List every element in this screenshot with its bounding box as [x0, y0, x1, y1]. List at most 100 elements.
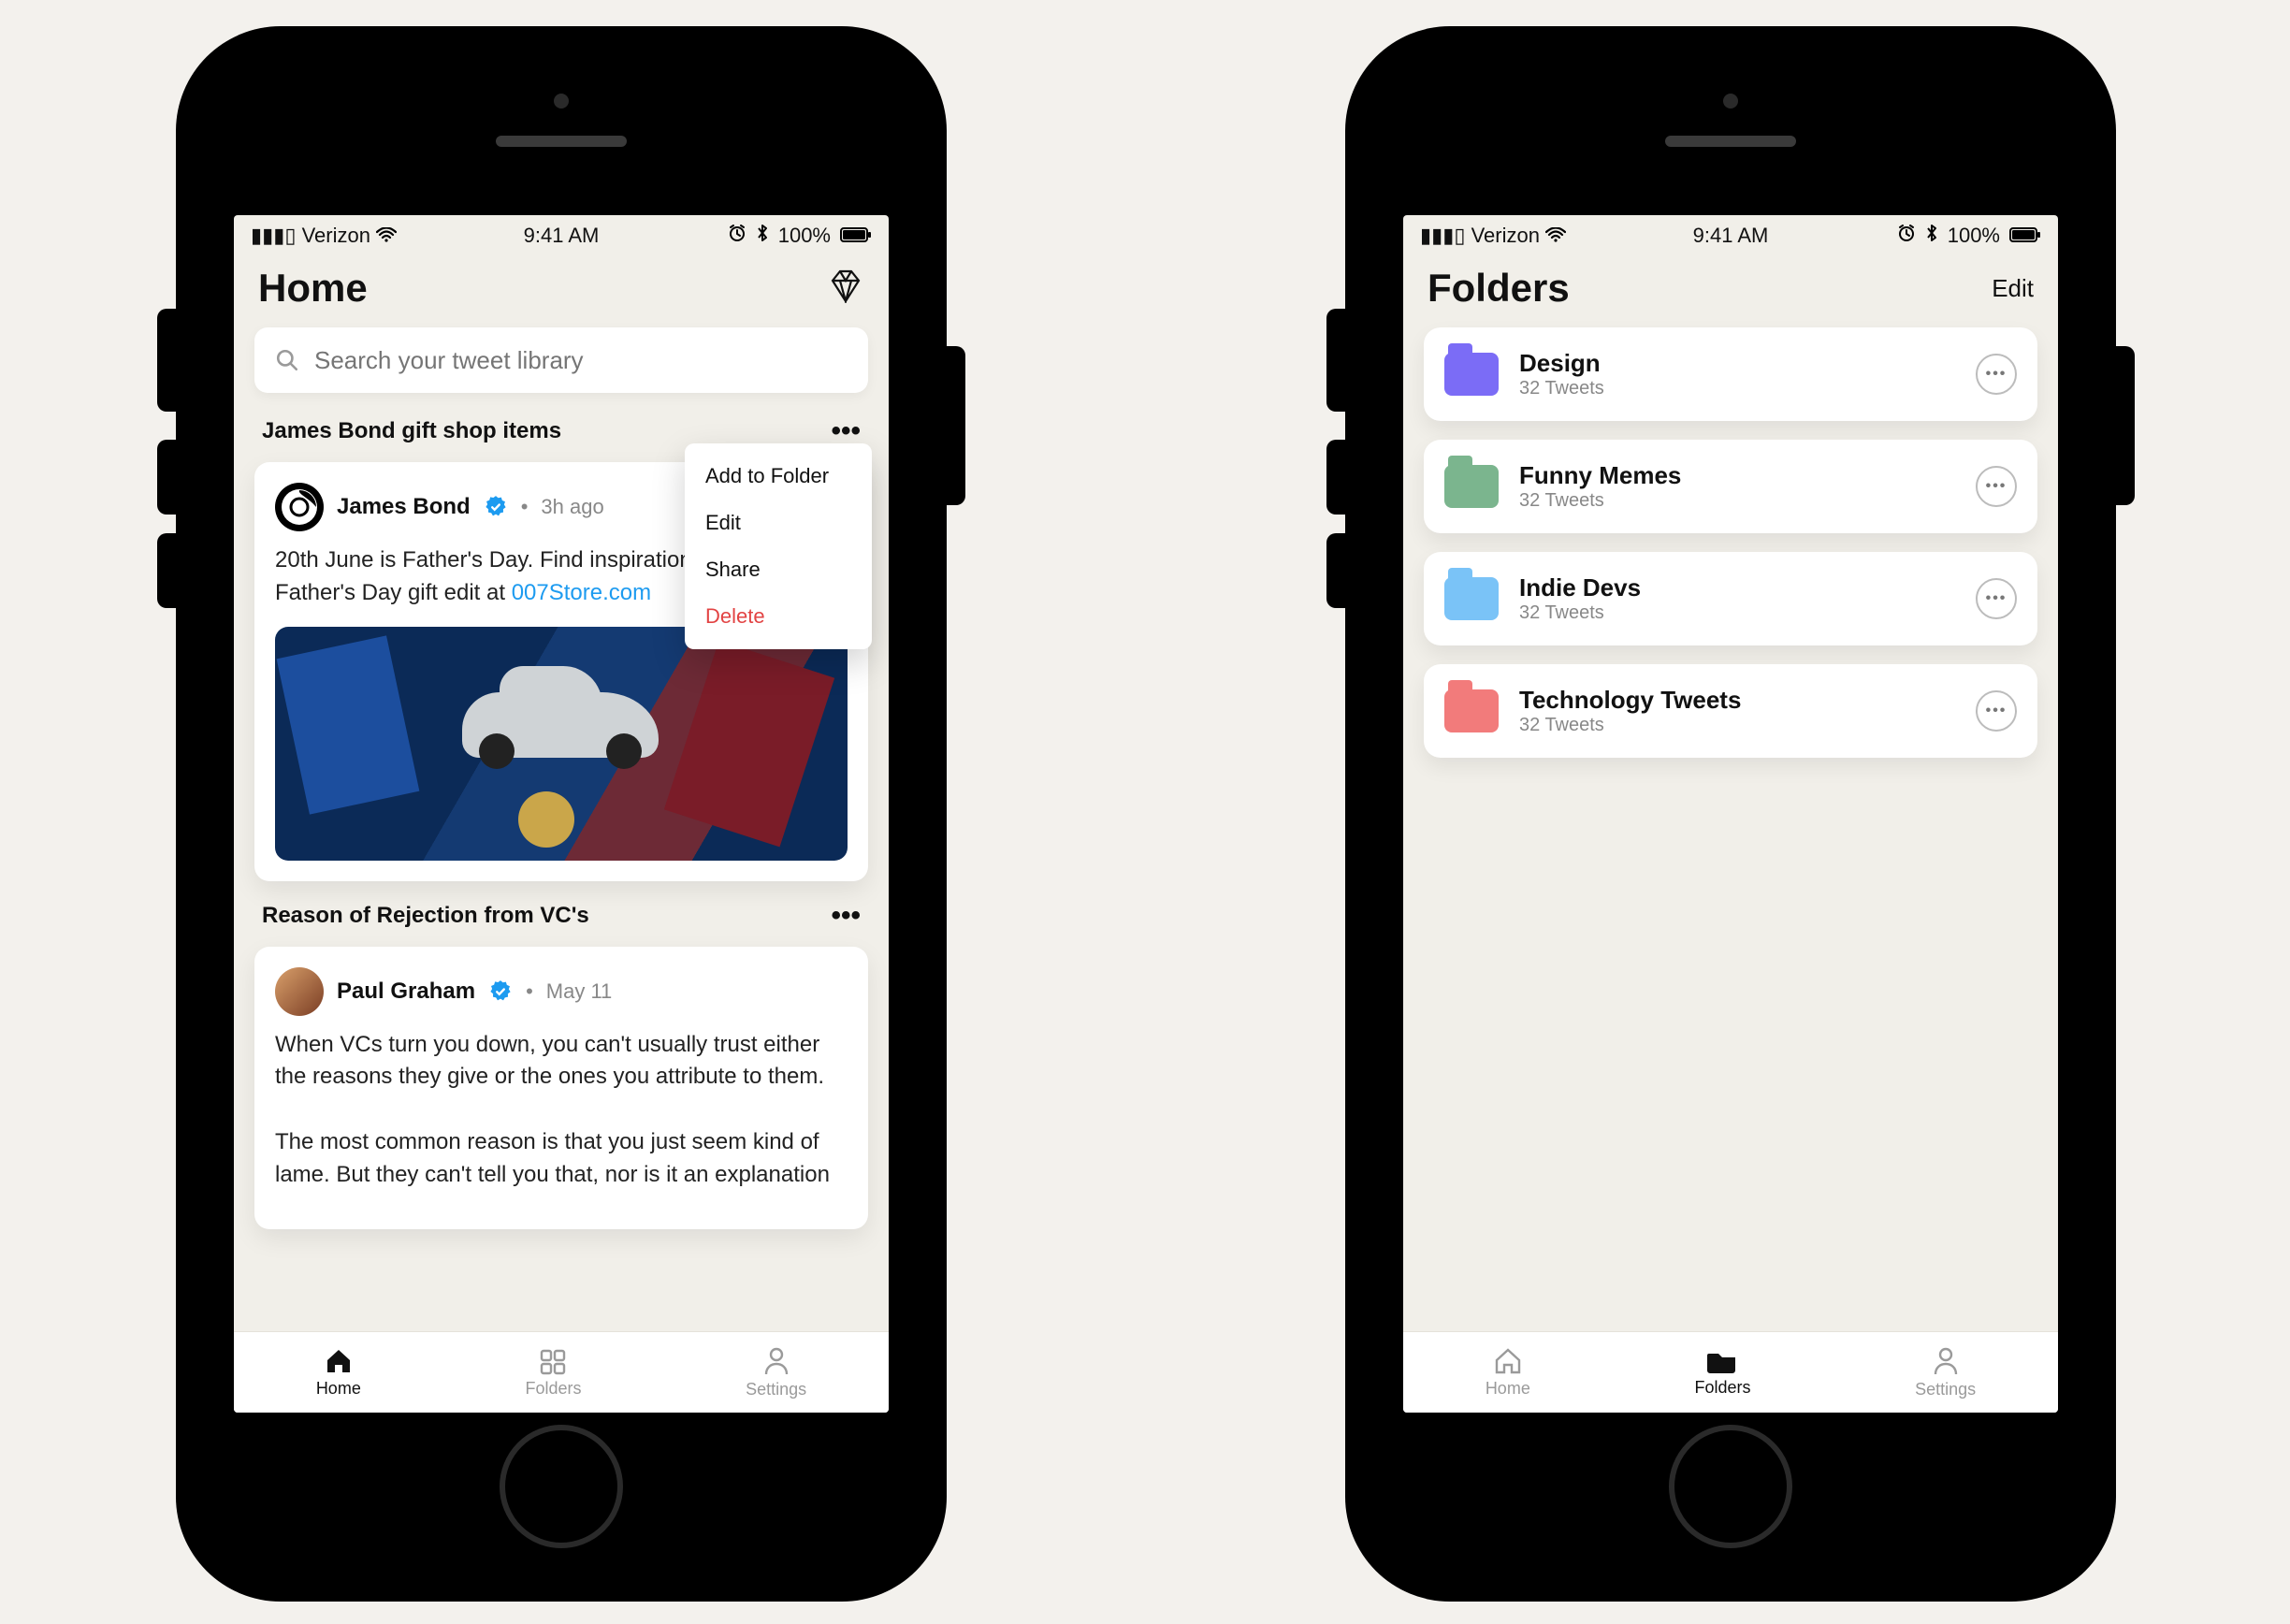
status-left: ▮▮▮▯ Verizon: [251, 224, 397, 248]
tab-label: Settings: [1915, 1380, 1976, 1399]
status-right: 100%: [1897, 224, 2041, 248]
tab-bar: Home Folders Settings: [234, 1331, 889, 1413]
dot-separator: •: [526, 979, 533, 1004]
section-title: James Bond gift shop items: [262, 418, 561, 444]
status-right: 100%: [728, 224, 872, 248]
folder-icon: [1444, 577, 1499, 620]
folder-name: Indie Devs: [1519, 573, 1641, 602]
avatar[interactable]: [275, 967, 324, 1016]
wifi-icon: [1545, 224, 1566, 247]
tab-label: Folders: [525, 1379, 581, 1399]
tab-folders[interactable]: Folders: [1694, 1348, 1750, 1398]
folder-name: Funny Memes: [1519, 461, 1681, 490]
avatar[interactable]: [275, 483, 324, 531]
folder-count: 32 Tweets: [1519, 490, 1681, 512]
folder-icon: [1444, 689, 1499, 732]
folder-icon: [1706, 1348, 1738, 1374]
tab-label: Settings: [746, 1380, 806, 1399]
tab-home[interactable]: Home: [316, 1347, 361, 1399]
battery-label: 100%: [778, 224, 831, 248]
person-icon: [1932, 1346, 1960, 1376]
phone-mockup-home: ▮▮▮▯ Verizon 9:41 AM 100%: [178, 28, 945, 1600]
post-time: May 11: [546, 979, 613, 1004]
alarm-icon: [1897, 224, 1916, 248]
tweet-body: When VCs turn you down, you can't usuall…: [275, 1016, 848, 1209]
home-icon: [324, 1347, 354, 1375]
folders-header: Folders Edit: [1403, 256, 2058, 327]
folder-icon: [1444, 353, 1499, 396]
bluetooth-icon: [756, 224, 769, 248]
tab-label: Home: [1486, 1379, 1530, 1399]
folder-name: Design: [1519, 349, 1604, 378]
tab-settings[interactable]: Settings: [746, 1346, 806, 1399]
folder-more-button[interactable]: •••: [1976, 466, 2017, 507]
section-title: Reason of Rejection from VC's: [262, 903, 589, 929]
battery-icon: [840, 224, 872, 248]
status-time: 9:41 AM: [524, 224, 600, 248]
folder-count: 32 Tweets: [1519, 715, 1741, 736]
folder-row[interactable]: Funny Memes32 Tweets •••: [1424, 440, 2037, 533]
author-name: Paul Graham: [337, 979, 475, 1005]
signal-icon: ▮▮▮▯: [1420, 224, 1465, 247]
bluetooth-icon: [1925, 224, 1938, 248]
folder-row[interactable]: Indie Devs32 Tweets •••: [1424, 552, 2037, 645]
tweet-card-1[interactable]: Paul Graham • May 11 When VCs turn you d…: [254, 947, 868, 1229]
folder-count: 32 Tweets: [1519, 602, 1641, 624]
post-time: 3h ago: [541, 495, 603, 519]
wifi-icon: [376, 224, 397, 247]
carrier-label: Verizon: [302, 224, 370, 247]
more-icon: •••: [1986, 703, 2007, 719]
grid-icon: [538, 1347, 568, 1375]
tab-label: Folders: [1694, 1378, 1750, 1398]
status-time: 9:41 AM: [1693, 224, 1769, 248]
section-header-1: Reason of Rejection from VC's •••: [234, 900, 889, 941]
folder-name: Technology Tweets: [1519, 686, 1741, 715]
carrier-label: Verizon: [1471, 224, 1540, 247]
tweet-card-0[interactable]: Add to Folder Edit Share Delete James Bo…: [254, 462, 868, 881]
folder-icon: [1444, 465, 1499, 508]
folder-list: Design32 Tweets•••Funny Memes32 Tweets••…: [1403, 327, 2058, 776]
more-icon: •••: [1986, 366, 2007, 383]
more-icon: •••: [1986, 590, 2007, 607]
menu-delete[interactable]: Delete: [685, 593, 872, 640]
folder-more-button[interactable]: •••: [1976, 690, 2017, 732]
battery-label: 100%: [1948, 224, 2000, 248]
folders-screen: ▮▮▮▯ Verizon 9:41 AM 100%: [1403, 215, 2058, 1413]
tab-bar: Home Folders Settings: [1403, 1331, 2058, 1413]
page-title: Folders: [1428, 266, 1570, 311]
tab-settings[interactable]: Settings: [1915, 1346, 1976, 1399]
tab-label: Home: [316, 1379, 361, 1399]
search-bar[interactable]: [254, 327, 868, 393]
alarm-icon: [728, 224, 746, 248]
diamond-icon[interactable]: [827, 269, 864, 308]
menu-share[interactable]: Share: [685, 546, 872, 593]
status-left: ▮▮▮▯ Verizon: [1420, 224, 1566, 248]
more-icon: •••: [1986, 478, 2007, 495]
menu-add-folder[interactable]: Add to Folder: [685, 453, 872, 500]
search-input[interactable]: [312, 345, 848, 376]
folder-count: 32 Tweets: [1519, 378, 1604, 399]
phone-mockup-folders: ▮▮▮▯ Verizon 9:41 AM 100%: [1347, 28, 2114, 1600]
more-icon[interactable]: •••: [831, 900, 861, 932]
author-name: James Bond: [337, 494, 471, 520]
home-icon: [1493, 1347, 1523, 1375]
folder-more-button[interactable]: •••: [1976, 354, 2017, 395]
verified-icon: [484, 495, 508, 519]
menu-edit[interactable]: Edit: [685, 500, 872, 546]
folder-more-button[interactable]: •••: [1976, 578, 2017, 619]
status-bar: ▮▮▮▯ Verizon 9:41 AM 100%: [1403, 215, 2058, 256]
tweet-link[interactable]: 007Store.com: [512, 580, 651, 605]
verified-icon: [488, 979, 513, 1004]
context-menu: Add to Folder Edit Share Delete: [685, 443, 872, 649]
edit-button[interactable]: Edit: [1992, 274, 2034, 303]
dot-separator: •: [521, 495, 529, 519]
home-header: Home: [234, 256, 889, 327]
tab-home[interactable]: Home: [1486, 1347, 1530, 1399]
folder-row[interactable]: Technology Tweets32 Tweets •••: [1424, 664, 2037, 758]
tab-folders[interactable]: Folders: [525, 1347, 581, 1399]
battery-icon: [2009, 224, 2041, 248]
status-bar: ▮▮▮▯ Verizon 9:41 AM 100%: [234, 215, 889, 256]
folder-row[interactable]: Design32 Tweets •••: [1424, 327, 2037, 421]
tweet-media[interactable]: [275, 627, 848, 861]
more-icon[interactable]: •••: [831, 415, 861, 447]
